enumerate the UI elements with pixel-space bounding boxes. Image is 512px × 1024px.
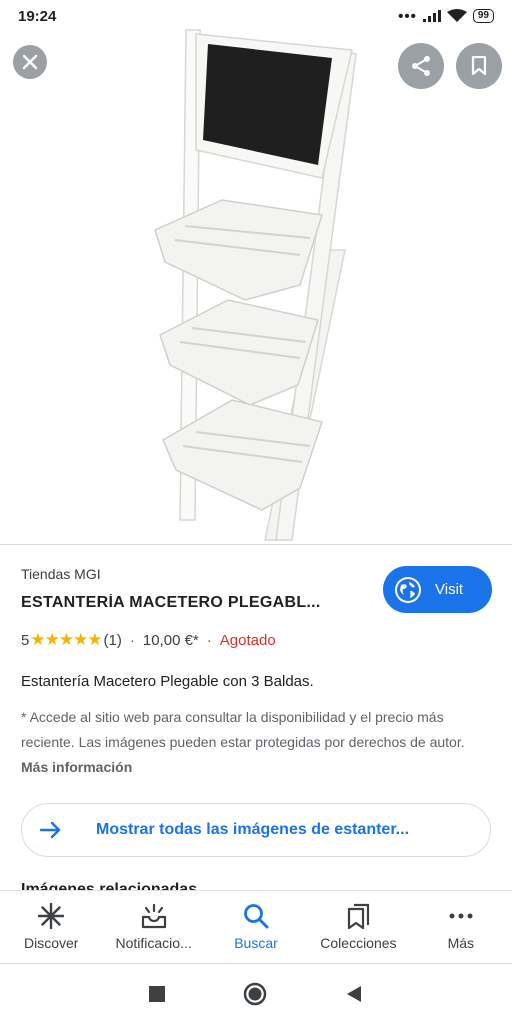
nav-label: Más — [447, 934, 475, 951]
stock-status: Agotado — [219, 631, 276, 649]
more-icon — [449, 913, 473, 918]
rating-stars: ★★★★★ — [30, 630, 102, 649]
nav-collections[interactable]: Colecciones — [307, 891, 409, 962]
nav-notifications[interactable]: Notificacio... — [102, 891, 204, 962]
show-all-images-button[interactable]: Mostrar todas las imágenes de estanter..… — [21, 803, 491, 857]
asterisk-icon — [38, 902, 65, 929]
search-icon — [244, 903, 269, 928]
close-button[interactable] — [13, 45, 47, 79]
share-icon — [412, 56, 430, 76]
save-button[interactable] — [456, 43, 502, 89]
separator-dot: · — [206, 631, 212, 649]
product-description: Estantería Macetero Plegable con 3 Balda… — [21, 673, 314, 690]
nav-discover[interactable]: Discover — [0, 891, 102, 962]
notification-dots-icon: ••• — [398, 7, 417, 25]
more-info-link[interactable]: Más información — [21, 759, 132, 775]
nav-label: Colecciones — [320, 934, 397, 951]
close-icon — [22, 54, 38, 70]
rating-value: 5 — [21, 631, 30, 649]
disclaimer: * Accede al sitio web para consultar la … — [21, 705, 491, 780]
related-images-heading: Imágenes relacionadas — [21, 881, 198, 890]
nav-label: Buscar — [234, 934, 278, 951]
divider — [0, 544, 512, 545]
collections-icon — [348, 903, 370, 929]
disclaimer-text: * Accede al sitio web para consultar la … — [21, 709, 465, 750]
wifi-icon — [446, 9, 467, 22]
visit-button[interactable]: Visit — [383, 566, 492, 613]
product-title[interactable]: ESTANTERÍA MACETERO PLEGABL... — [21, 594, 341, 612]
nav-label: Discover — [23, 934, 79, 951]
bookmark-icon — [471, 56, 487, 76]
show-all-images-label: Mostrar todas las imágenes de estanter..… — [96, 821, 410, 838]
back-icon[interactable] — [345, 985, 363, 1003]
share-button[interactable] — [398, 43, 444, 89]
nav-search[interactable]: Buscar — [205, 891, 307, 962]
source-site[interactable]: Tiendas MGI — [21, 566, 101, 582]
status-time: 19:24 — [18, 7, 57, 25]
signal-icon — [422, 10, 441, 22]
system-nav-bar — [0, 963, 512, 1024]
separator-dot: · — [129, 631, 135, 649]
bottom-nav: Discover Notificacio... Buscar Coleccion… — [0, 890, 512, 962]
recents-icon[interactable] — [149, 986, 165, 1002]
arrow-right-icon — [40, 821, 61, 839]
home-icon[interactable] — [243, 982, 267, 1006]
review-count: (1) — [103, 631, 122, 649]
nav-more[interactable]: Más — [410, 891, 512, 962]
rating-row: 5 ★★★★★ (1) · 10,00 €* · Agotado — [21, 630, 276, 650]
price: 10,00 €* — [142, 631, 199, 649]
globe-icon — [395, 576, 421, 603]
status-bar: 19:24 ••• 99 — [0, 0, 512, 32]
visit-label: Visit — [435, 581, 464, 598]
status-icons: ••• 99 — [398, 8, 494, 25]
nav-label: Notificacio... — [115, 934, 192, 951]
notifications-icon — [141, 903, 166, 928]
battery-icon: 99 — [472, 9, 494, 23]
